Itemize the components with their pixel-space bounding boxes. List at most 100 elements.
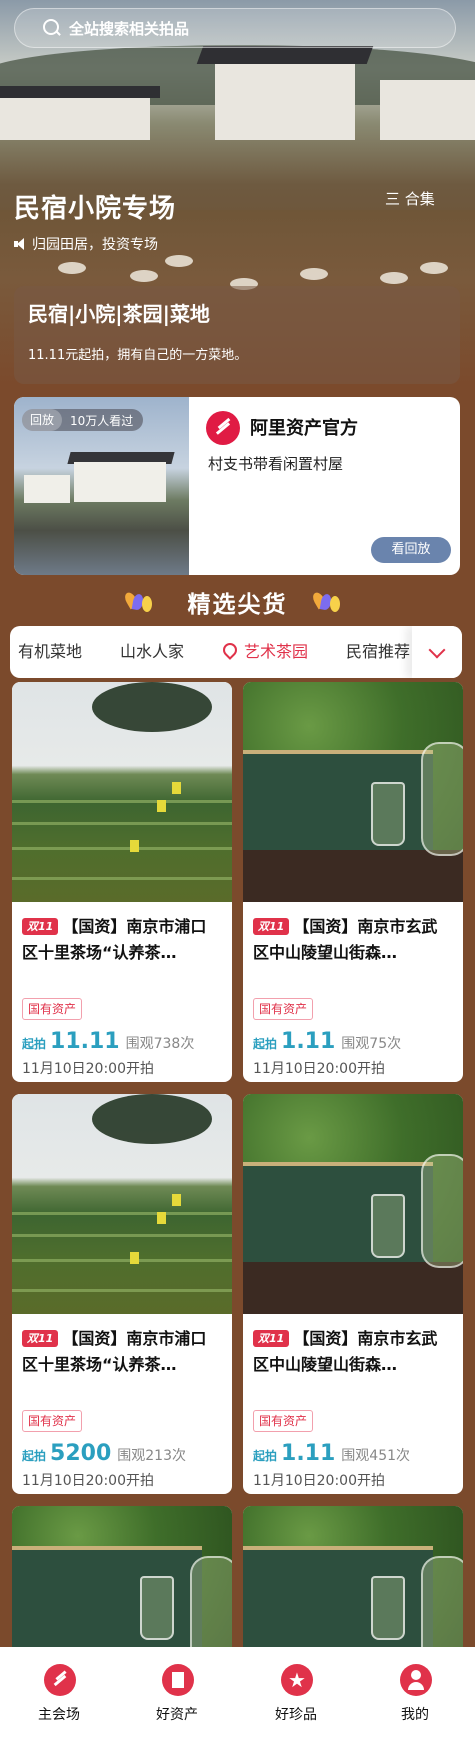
- nav-treasures[interactable]: 好珍品: [237, 1647, 355, 1747]
- state-asset-tag: 国有资产: [253, 1410, 314, 1432]
- double11-badge: 双11: [22, 1330, 59, 1347]
- price-row: 起拍 11.11 围观738次: [22, 1029, 194, 1054]
- goose: [380, 272, 408, 284]
- tab-art-tea-garden-label: 艺术茶园: [244, 642, 309, 661]
- watch-replay-button[interactable]: 看回放: [371, 537, 451, 563]
- teapot-bg: [421, 1556, 463, 1656]
- roof-bg: [196, 46, 374, 64]
- auction-time: 11月10日20:00开拍: [22, 1473, 154, 1489]
- teapot-bg: [421, 742, 463, 856]
- subtitle-text: 归园田居，投资专场: [32, 237, 158, 253]
- house-bg: [215, 60, 355, 140]
- state-asset-tag: 国有资产: [22, 998, 83, 1020]
- tab-organic-vegetable[interactable]: 有机菜地: [18, 626, 82, 678]
- hero-card-desc: 11.11元起拍，拥有自己的一方菜地。: [28, 348, 248, 363]
- nav-label: 主会场: [38, 1707, 80, 1723]
- nav-label: 我的: [401, 1707, 429, 1723]
- start-label: 起拍: [22, 1037, 47, 1051]
- building-icon: [162, 1664, 194, 1696]
- double11-badge: 双11: [22, 918, 59, 935]
- collection-button[interactable]: 三 合集: [385, 188, 435, 209]
- product-card[interactable]: [243, 1506, 463, 1656]
- product-image[interactable]: [243, 1094, 463, 1314]
- user-icon: [400, 1664, 432, 1696]
- start-label: 起拍: [253, 1449, 278, 1463]
- product-card[interactable]: [12, 1506, 232, 1656]
- product-image[interactable]: [12, 1094, 232, 1314]
- goose: [420, 262, 448, 274]
- glass-bg: [140, 1576, 174, 1640]
- product-image[interactable]: [243, 1506, 463, 1656]
- replay-label: 回放: [22, 409, 63, 431]
- nav-label: 好资产: [156, 1707, 198, 1723]
- house-bg: [74, 462, 166, 502]
- price-value: 1.11: [281, 1441, 336, 1466]
- goose: [165, 255, 193, 267]
- location-pin-icon: [220, 640, 240, 660]
- subtitle: 归园田居，投资专场: [14, 234, 158, 254]
- hero-card-title: 民宿|小院|茶园|菜地: [28, 302, 210, 326]
- teapot-bg: [190, 1556, 232, 1656]
- search-bar[interactable]: 全站搜索相关拍品: [14, 8, 456, 48]
- hero-banner: 全站搜索相关拍品 民宿小院专场 三 合集 归园田居，投资专场 民宿|小院|茶园|…: [0, 0, 475, 385]
- auction-time: 11月10日20:00开拍: [22, 1061, 154, 1077]
- search-icon: [41, 17, 63, 39]
- goose: [58, 262, 86, 274]
- product-card[interactable]: 双11 【国资】南京市浦口区十里茶场“认养茶… 国有资产 起拍 11.11 围观738…: [12, 682, 232, 1082]
- start-label: 起拍: [253, 1037, 278, 1051]
- nav-good-assets[interactable]: 好资产: [118, 1647, 236, 1747]
- product-image[interactable]: [243, 682, 463, 902]
- double11-badge: 双11: [253, 918, 290, 935]
- tab-homestay[interactable]: 民宿推荐: [346, 626, 410, 678]
- nav-main-venue[interactable]: 主会场: [0, 1647, 118, 1747]
- state-asset-tag: 国有资产: [22, 1410, 83, 1432]
- product-title: 双11 【国资】南京市玄武区中山陵望山街森…: [253, 914, 453, 966]
- sparkle-icon: [310, 590, 342, 612]
- chevron-down-icon[interactable]: [412, 626, 462, 678]
- ali-asset-logo-icon: [206, 411, 240, 445]
- leaf-bg: [92, 1094, 212, 1144]
- replay-badge: 回放 10万人看过: [22, 409, 144, 431]
- tab-art-tea-garden[interactable]: 艺术茶园: [220, 626, 309, 678]
- search-placeholder: 全站搜索相关拍品: [69, 19, 190, 38]
- goose: [130, 270, 158, 282]
- start-label: 起拍: [22, 1449, 47, 1463]
- goose: [300, 268, 328, 280]
- table-bg: [243, 850, 463, 902]
- house-bg-3: [0, 95, 150, 140]
- page-title: 民宿小院专场: [14, 194, 177, 224]
- teapot-bg: [421, 1154, 463, 1268]
- star-icon: [281, 1664, 313, 1696]
- product-title: 双11 【国资】南京市浦口区十里茶场“认养茶…: [22, 914, 222, 966]
- shop-name[interactable]: 阿里资产官方: [250, 414, 358, 440]
- product-card[interactable]: 双11 【国资】南京市玄武区中山陵望山街森… 国有资产 起拍 1.11 围观451次 …: [243, 1094, 463, 1494]
- house-bg: [24, 475, 70, 503]
- category-tabs: 有机菜地 山水人家 艺术茶园 民宿推荐: [10, 626, 462, 678]
- price-value: 11.11: [50, 1029, 120, 1054]
- live-desc: 村支书带看闲置村屋: [208, 455, 344, 473]
- tab-landscape-home[interactable]: 山水人家: [120, 626, 184, 678]
- hero-card[interactable]: 民宿|小院|茶园|菜地 11.11元起拍，拥有自己的一方菜地。: [14, 286, 460, 384]
- price-row: 起拍 5200 围观213次: [22, 1441, 186, 1466]
- product-image[interactable]: [12, 682, 232, 902]
- nav-mine[interactable]: 我的: [356, 1647, 474, 1747]
- live-replay-card[interactable]: 回放 10万人看过 阿里资产官方 村支书带看闲置村屋 看回放: [14, 397, 460, 575]
- roof-bg-2: [0, 86, 160, 98]
- product-image[interactable]: [12, 1506, 232, 1656]
- house-bg-2: [380, 80, 475, 140]
- product-title: 双11 【国资】南京市浦口区十里茶场“认养茶…: [22, 1326, 222, 1378]
- glass-bg: [371, 782, 405, 846]
- view-count: 围观451次: [341, 1448, 411, 1464]
- state-asset-tag: 国有资产: [253, 998, 314, 1020]
- view-count: 10万人看过: [70, 413, 134, 428]
- view-count: 围观75次: [341, 1036, 402, 1052]
- price-value: 1.11: [281, 1029, 336, 1054]
- product-card[interactable]: 双11 【国资】南京市浦口区十里茶场“认养茶… 国有资产 起拍 5200 围观213次…: [12, 1094, 232, 1494]
- price-row: 起拍 1.11 围观75次: [253, 1029, 401, 1054]
- product-card[interactable]: 双11 【国资】南京市玄武区中山陵望山街森… 国有资产 起拍 1.11 围观75次 1…: [243, 682, 463, 1082]
- table-bg: [243, 1262, 463, 1314]
- live-thumbnail[interactable]: 回放 10万人看过: [14, 397, 189, 575]
- auction-time: 11月10日20:00开拍: [253, 1061, 385, 1077]
- home-icon: [44, 1664, 76, 1696]
- glass-bg: [371, 1576, 405, 1640]
